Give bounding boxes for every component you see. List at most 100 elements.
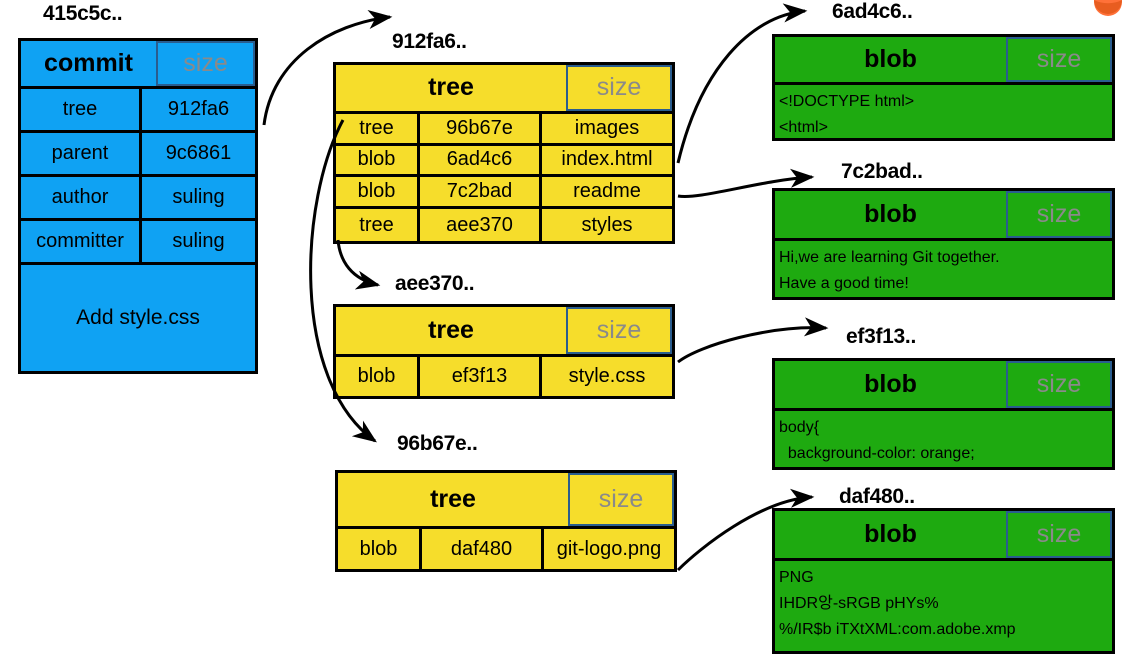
tree-entry-mode: blob [336,177,420,207]
table-row[interactable]: blob daf480 git-logo.png [338,529,674,569]
tree-entry-hash: 6ad4c6 [420,145,542,175]
table-row[interactable]: blob 7c2bad readme [336,177,672,210]
tree-node-title-912fa6: 912fa6.. [392,30,467,53]
table-row[interactable]: author suling [21,177,255,221]
tree-object-96b67e[interactable]: tree size blob daf480 git-logo.png [335,470,677,572]
commit-field-key: parent [21,133,142,174]
tree-size-cell: size [566,307,672,355]
tree-box: tree size tree 96b67e images blob 6ad4c6… [333,62,675,244]
commit-field-key: author [21,177,142,218]
blob-type-label: blob [775,37,1006,82]
blob-node-title-6ad4c6: 6ad4c6.. [832,0,913,23]
commit-size-cell: size [156,41,255,86]
commit-field-value: 912fa6 [142,89,255,130]
tree-box: tree size blob ef3f13 style.css [333,304,675,399]
commit-field-key: tree [21,89,142,130]
commit-message: Add style.css [21,265,255,371]
blob-size-cell: size [1006,191,1112,238]
blob-size-cell: size [1006,37,1112,82]
tree-type-label: tree [338,473,568,526]
tree-type-label: tree [336,307,566,355]
diagram-canvas: 415c5c.. commit size tree 912fa6 parent … [0,0,1129,654]
tree-header: tree size [338,473,674,529]
tree-node-title-aee370: aee370.. [395,272,475,295]
blob-content-line: <!DOCTYPE html> [779,92,915,110]
blob-box: blob size <!DOCTYPE html> <html> [772,34,1115,141]
tree-entry-hash: 96b67e [420,113,542,143]
tree-entry-hash: daf480 [422,529,544,569]
tree-node-title-96b67e: 96b67e.. [397,432,478,455]
blob-content: body{ background-color: orange; [775,411,1112,467]
blob-node-title-daf480: daf480.. [839,485,915,508]
blob-content-line: Hi,we are learning Git together. [779,249,1000,266]
tree-entry-name: readme [542,177,672,207]
blob-content-line: Have a good time! [779,275,909,292]
commit-object-415c5c[interactable]: commit size tree 912fa6 parent 9c6861 au… [18,38,258,374]
blob-box: blob size PNG IHDR앙-sRGB pHYs% %/IR$b iT… [772,508,1115,654]
table-row[interactable]: tree 912fa6 [21,89,255,133]
blob-type-label: blob [775,191,1006,238]
tree-entry-hash: aee370 [420,209,542,242]
firefox-logo-icon [1094,0,1122,16]
blob-content-line: %/IR$b iTXtXML:com.adobe.xmp [779,621,1016,638]
blob-type-label: blob [775,361,1006,408]
table-row[interactable]: blob 6ad4c6 index.html [336,145,672,178]
blob-content-line: body{ [779,419,820,436]
blob-box: blob size Hi,we are learning Git togethe… [772,188,1115,300]
blob-content-line: background-color: orange; [779,445,975,462]
commit-field-value: suling [142,177,255,218]
tree-entry-hash: ef3f13 [420,357,542,396]
tree-size-cell: size [568,473,674,526]
blob-size-cell: size [1006,511,1112,558]
tree-box: tree size blob daf480 git-logo.png [335,470,677,572]
commit-field-value: 9c6861 [142,133,255,174]
blob-content-line: PNG [779,569,814,586]
blob-content: Hi,we are learning Git together. Have a … [775,241,1112,297]
tree-object-912fa6[interactable]: tree size tree 96b67e images blob 6ad4c6… [333,62,675,244]
blob-header: blob size [775,37,1112,85]
tree-entry-mode: blob [338,529,422,569]
table-row[interactable]: blob ef3f13 style.css [336,357,672,396]
commit-node-title: 415c5c.. [43,2,123,25]
commit-field-value: suling [142,221,255,262]
blob-object-ef3f13[interactable]: blob size body{ background-color: orange… [772,358,1115,470]
tree-entry-mode: tree [336,113,420,143]
tree-object-aee370[interactable]: tree size blob ef3f13 style.css [333,304,675,399]
tree-entry-mode: tree [336,209,420,242]
blob-object-daf480[interactable]: blob size PNG IHDR앙-sRGB pHYs% %/IR$b iT… [772,508,1115,654]
tree-entry-name: index.html [542,145,672,175]
table-row[interactable]: committer suling [21,221,255,265]
blob-object-6ad4c6[interactable]: blob size <!DOCTYPE html> <html> [772,34,1115,141]
commit-box: commit size tree 912fa6 parent 9c6861 au… [18,38,258,374]
blob-content: <!DOCTYPE html> <html> [775,84,1112,138]
tree-header: tree size [336,307,672,358]
tree-type-label: tree [336,65,566,111]
blob-size-cell: size [1006,361,1112,408]
tree-header: tree size [336,65,672,114]
blob-type-label: blob [775,511,1006,558]
table-row[interactable]: tree 96b67e images [336,113,672,146]
tree-entry-mode: blob [336,145,420,175]
commit-field-key: committer [21,221,142,262]
blob-header: blob size [775,361,1112,411]
blob-object-7c2bad[interactable]: blob size Hi,we are learning Git togethe… [772,188,1115,300]
tree-entry-mode: blob [336,357,420,396]
blob-content-line: IHDR앙-sRGB pHYs% [779,595,939,612]
arrow-912fa6-to-aee370 [336,239,381,290]
blob-box: blob size body{ background-color: orange… [772,358,1115,470]
tree-entry-hash: 7c2bad [420,177,542,207]
commit-header: commit size [21,41,255,89]
arrow-aee370-to-ef3f13 [677,317,829,364]
tree-entry-name: styles [542,209,672,242]
commit-type-label: commit [21,41,156,86]
tree-entry-name: git-logo.png [544,529,674,569]
table-row[interactable]: parent 9c6861 [21,133,255,177]
blob-node-title-ef3f13: ef3f13.. [846,325,916,348]
tree-size-cell: size [566,65,672,111]
table-row[interactable]: tree aee370 styles [336,209,672,242]
tree-entry-name: style.css [542,357,672,396]
blob-header: blob size [775,511,1112,561]
blob-content: PNG IHDR앙-sRGB pHYs% %/IR$b iTXtXML:com.… [775,561,1112,651]
blob-content-line: <html> [779,118,828,136]
blob-header: blob size [775,191,1112,241]
